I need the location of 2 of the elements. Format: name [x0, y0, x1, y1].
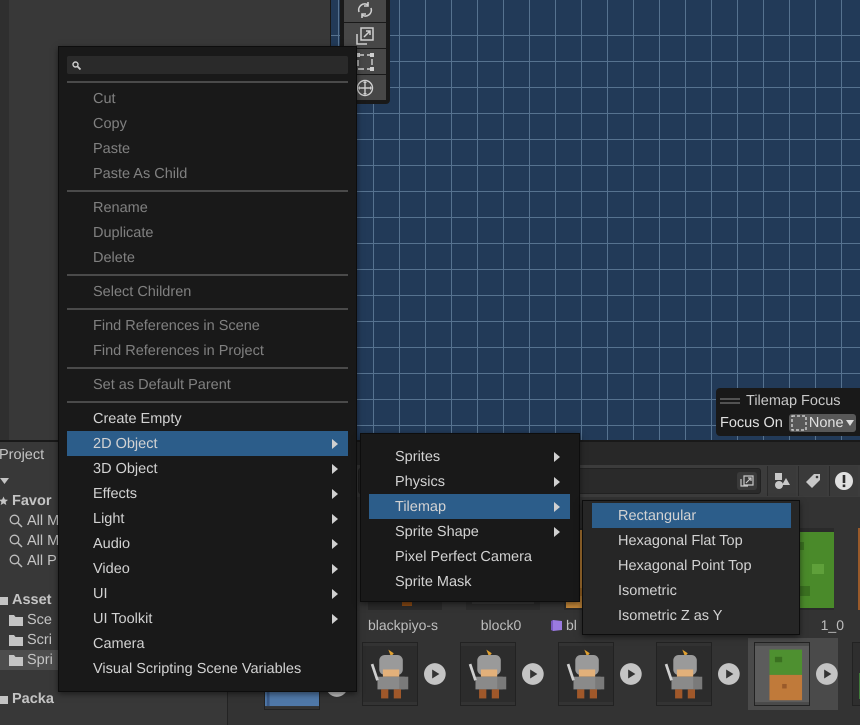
overlay-title: Tilemap Focus: [746, 393, 841, 409]
focus-on-label: Focus On: [720, 415, 783, 431]
